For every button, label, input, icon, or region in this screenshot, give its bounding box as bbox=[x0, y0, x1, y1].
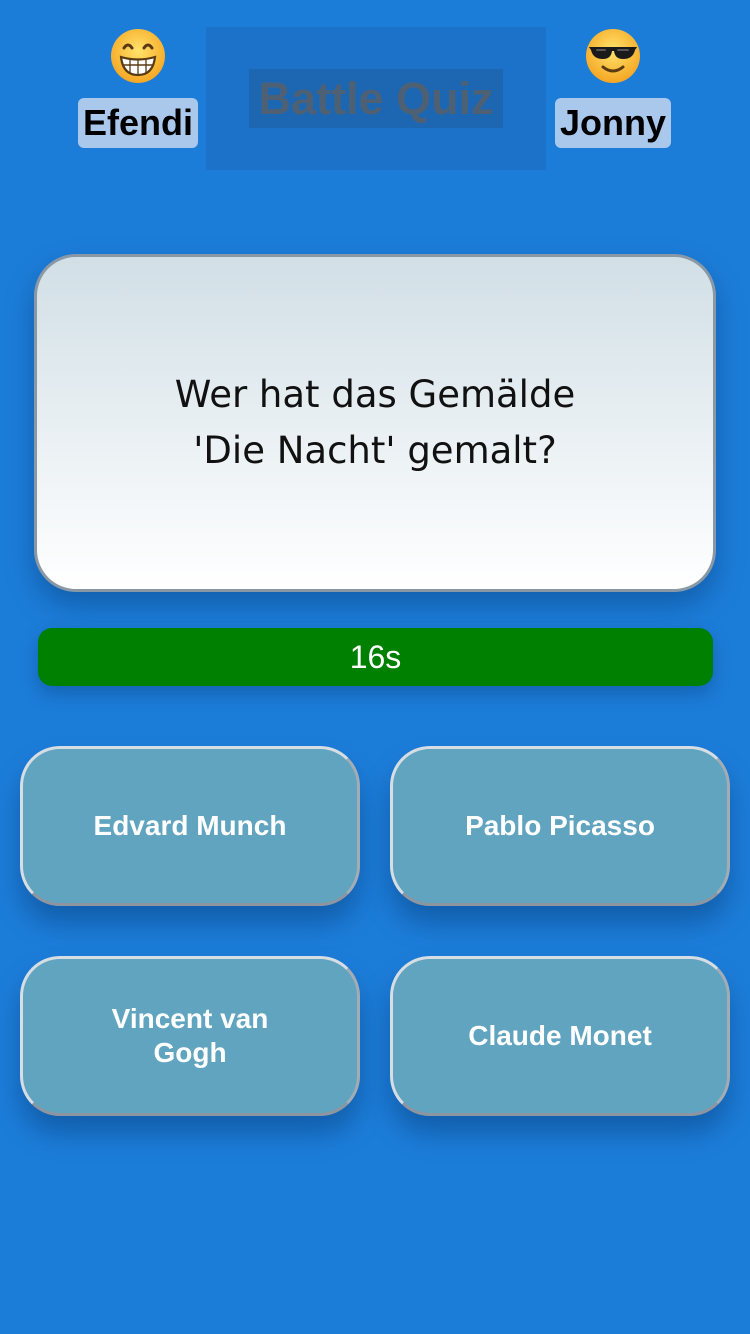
sunglasses-face-emoji-icon bbox=[586, 29, 640, 83]
answer-button-4[interactable]: Claude Monet bbox=[390, 956, 730, 1116]
player-name-left: Efendi bbox=[77, 98, 198, 148]
grinning-face-emoji-icon bbox=[111, 29, 165, 83]
question-text: Wer hat das Gemälde 'Die Nacht' gemalt? bbox=[174, 373, 576, 472]
player-right: Jonny bbox=[543, 26, 683, 148]
quiz-screen: Efendi Battle Quiz Jonny Wer hat das Gem… bbox=[0, 0, 750, 1334]
timer-bar: 16s bbox=[38, 628, 713, 686]
page-title: Battle Quiz bbox=[249, 69, 503, 128]
question-card: Wer hat das Gemälde 'Die Nacht' gemalt? bbox=[34, 254, 716, 592]
player-name-right: Jonny bbox=[554, 98, 671, 148]
answer-button-2[interactable]: Pablo Picasso bbox=[390, 746, 730, 906]
timer-label: 16s bbox=[349, 639, 402, 675]
player-left: Efendi bbox=[68, 26, 208, 148]
answer-button-1[interactable]: Edvard Munch bbox=[20, 746, 360, 906]
answer-button-3[interactable]: Vincent van Gogh bbox=[20, 956, 360, 1116]
